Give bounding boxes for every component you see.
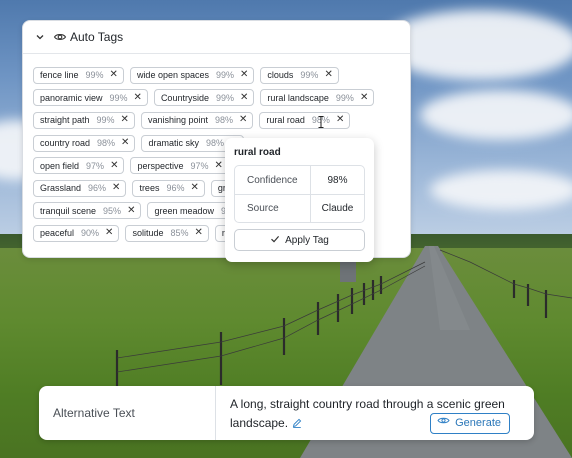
tag-label: open field — [40, 160, 80, 171]
close-icon[interactable]: ✕ — [134, 92, 142, 103]
popover-title: rural road — [234, 147, 281, 158]
tag-label: rural landscape — [267, 92, 329, 103]
tag-confidence: 95% — [103, 205, 122, 216]
tag-label: panoramic view — [40, 92, 103, 103]
close-icon[interactable]: ✕ — [324, 70, 332, 80]
close-icon[interactable]: ✕ — [360, 92, 368, 103]
tag-chip[interactable]: fence line 99% ✕ — [33, 66, 124, 84]
tag-chip[interactable]: country road 98% ✕ — [33, 134, 136, 152]
close-icon[interactable]: ✕ — [105, 228, 113, 238]
alt-text-bar: Alternative Text A long, straight countr… — [39, 386, 534, 440]
tag-chip[interactable]: Countryside 99% ✕ — [153, 89, 255, 107]
tag-label: tranquil scene — [40, 205, 97, 216]
tag-chip[interactable]: green meadow95 — [147, 202, 238, 220]
close-icon[interactable]: ✕ — [112, 183, 120, 193]
tag-confidence: 99% — [96, 115, 115, 126]
tag-label: trees — [139, 183, 160, 194]
tag-label: perspective — [137, 160, 184, 171]
pencil-icon[interactable] — [292, 415, 302, 428]
tag-confidence: 85% — [170, 228, 189, 239]
tag-label: country road — [40, 138, 91, 149]
sparkle-eye-icon — [437, 414, 450, 433]
tag-chip[interactable]: Grassland 96% ✕ — [33, 179, 127, 197]
close-icon[interactable]: ✕ — [240, 70, 248, 80]
tag-confidence: 98% — [214, 115, 233, 126]
tag-label: wide open spaces — [136, 70, 209, 81]
generate-label: Generate — [455, 417, 501, 429]
tag-confidence: 97% — [190, 160, 209, 171]
tag-chip[interactable]: panoramic view 99% ✕ — [33, 89, 148, 107]
close-icon[interactable]: ✕ — [240, 92, 248, 103]
tag-confidence: 90% — [81, 228, 100, 239]
tag-confidence: 98% — [205, 138, 224, 149]
confidence-row: Confidence 98% — [235, 166, 364, 194]
tag-label: fence line — [40, 70, 79, 81]
source-row: Source Claude — [235, 194, 364, 222]
confidence-value: 98% — [327, 174, 348, 186]
tag-confidence: 99% — [85, 70, 104, 81]
close-icon[interactable]: ✕ — [127, 205, 135, 216]
close-icon[interactable]: ✕ — [110, 70, 118, 80]
tag-row: straight path 99% ✕ vanishing point 98% ✕ rura… — [33, 109, 400, 132]
tag-label: straight path — [40, 115, 90, 126]
tag-confidence: 99% — [335, 92, 354, 103]
panel-header[interactable]: Auto Tags — [23, 21, 410, 54]
tag-chip[interactable]: clouds 99% ✕ — [260, 66, 339, 84]
source-value: Claude — [321, 203, 354, 214]
alt-text-label: Alternative Text — [39, 386, 216, 440]
tag-confidence: 98% — [97, 138, 116, 149]
tag-confidence: 99% — [300, 70, 319, 81]
tag-detail-popover: rural road Confidence 98% Source Claude … — [225, 138, 374, 262]
tag-chip[interactable]: open field 97% ✕ — [33, 157, 125, 175]
close-icon[interactable]: ✕ — [336, 115, 344, 125]
tag-confidence: 96% — [88, 183, 107, 194]
apply-tag-label: Apply Tag — [285, 234, 329, 246]
tag-label: clouds — [267, 70, 294, 81]
eye-icon — [53, 30, 67, 44]
check-icon — [270, 234, 280, 247]
close-icon[interactable]: ✕ — [194, 228, 202, 238]
tag-label: Countryside — [160, 92, 209, 103]
tag-chip[interactable]: rural landscape 99% ✕ — [260, 89, 375, 107]
tag-label: solitude — [132, 228, 164, 239]
source-label: Source — [235, 195, 311, 222]
tag-confidence: 99% — [109, 92, 128, 103]
popover-details: Confidence 98% Source Claude — [234, 165, 365, 223]
tag-confidence: 97% — [86, 160, 105, 171]
tag-confidence: 99% — [215, 92, 234, 103]
close-icon[interactable]: ✕ — [121, 138, 129, 148]
tag-label: dramatic sky — [148, 138, 199, 149]
apply-tag-button[interactable]: Apply Tag — [234, 229, 365, 251]
tag-label: vanishing point — [147, 115, 208, 126]
tag-confidence: 99% — [216, 70, 235, 81]
tag-chip[interactable]: trees 96% ✕ — [132, 179, 205, 197]
chevron-down-icon[interactable] — [33, 30, 47, 44]
tag-label: rural road — [266, 115, 305, 126]
close-icon[interactable]: ✕ — [190, 183, 198, 193]
tag-label: peaceful — [40, 228, 75, 239]
tag-row: panoramic view 99% ✕ Countryside 99% ✕ rural l… — [33, 87, 400, 110]
generate-button[interactable]: Generate — [430, 413, 510, 434]
tag-chip[interactable]: wide open spaces 99% ✕ — [129, 66, 255, 84]
text-cursor-icon — [318, 116, 324, 128]
close-icon[interactable]: ✕ — [110, 160, 118, 171]
panel-title: Auto Tags — [70, 30, 124, 44]
tag-confidence: 96% — [166, 183, 185, 194]
tag-chip[interactable]: straight path 99% ✕ — [33, 111, 135, 129]
alt-text-field[interactable]: A long, straight country road through a … — [216, 386, 534, 440]
close-icon[interactable]: ✕ — [215, 160, 223, 171]
tag-label: green meadow — [154, 205, 214, 216]
tag-chip[interactable]: perspective 97% ✕ — [130, 157, 229, 175]
close-icon[interactable]: ✕ — [121, 115, 129, 125]
confidence-label: Confidence — [235, 166, 311, 194]
close-icon[interactable]: ✕ — [239, 115, 247, 125]
tag-chip[interactable]: tranquil scene 95% ✕ — [33, 202, 142, 220]
tag-chip[interactable]: solitude 85% ✕ — [125, 224, 209, 242]
tag-row: fence line 99% ✕ wide open spaces 99% ✕ clouds… — [33, 64, 400, 87]
tag-chip[interactable]: rural road 98% ✕ — [259, 111, 351, 129]
tag-chip[interactable]: vanishing point 98% ✕ — [140, 111, 254, 129]
tag-chip[interactable]: peaceful 90% ✕ — [33, 224, 120, 242]
tag-label: Grassland — [40, 183, 82, 194]
